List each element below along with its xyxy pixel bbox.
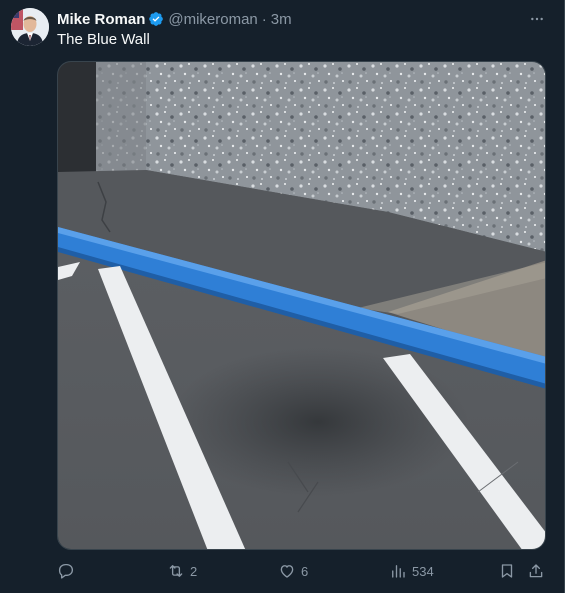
reply-button[interactable] — [57, 557, 75, 585]
verified-badge-icon — [148, 11, 164, 27]
retweet-count: 2 — [190, 563, 198, 579]
tweet-media[interactable] — [57, 61, 546, 550]
tweet[interactable]: Mike Roman @mikeroman · 3m The Blue Wall — [0, 0, 565, 593]
author-handle[interactable]: @mikeroman — [168, 11, 257, 28]
bookmark-icon — [498, 562, 516, 580]
bookmark-button[interactable] — [498, 557, 516, 585]
views-button[interactable]: 534 — [389, 557, 434, 585]
share-button[interactable] — [527, 557, 545, 585]
author-name[interactable]: Mike Roman — [57, 11, 145, 28]
views-icon — [389, 562, 407, 580]
like-count: 6 — [301, 563, 309, 579]
more-icon[interactable] — [527, 10, 547, 28]
heart-icon — [278, 562, 296, 580]
share-icon — [527, 562, 545, 580]
timestamp[interactable]: 3m — [271, 11, 292, 28]
views-count: 534 — [412, 563, 434, 579]
retweet-button[interactable]: 2 — [167, 557, 197, 585]
tweet-text: The Blue Wall — [57, 31, 150, 48]
separator-dot: · — [261, 10, 267, 28]
like-button[interactable]: 6 — [278, 557, 308, 585]
retweet-icon — [167, 562, 185, 580]
reply-icon — [57, 562, 75, 580]
avatar[interactable] — [11, 8, 49, 46]
tweet-header: Mike Roman @mikeroman · 3m — [57, 9, 292, 29]
media-image — [58, 62, 545, 549]
avatar-image — [11, 8, 49, 46]
action-bar: 2 6 534 — [57, 557, 546, 585]
